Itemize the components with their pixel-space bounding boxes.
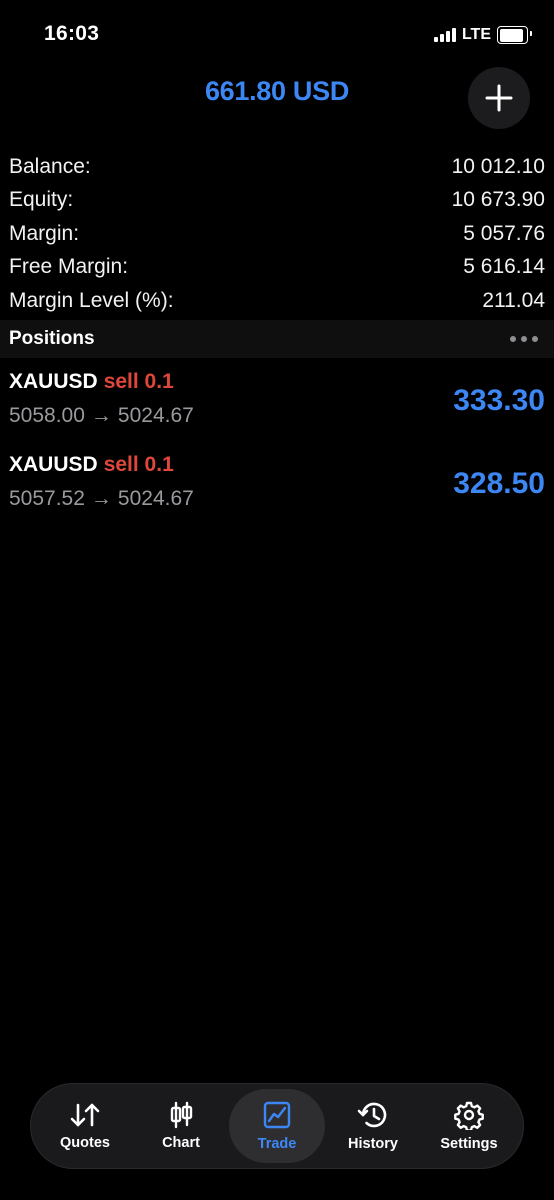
position-current-price: 5024.67 — [117, 487, 194, 510]
position-symbol: XAUUSD — [9, 453, 98, 476]
position-symbol: XAUUSD — [9, 370, 98, 393]
tab-label: Settings — [440, 1136, 498, 1152]
trade-chart-icon — [263, 1101, 291, 1129]
history-clock-icon — [357, 1102, 387, 1128]
network-label: LTE — [461, 26, 491, 43]
position-profit: 333.30 — [453, 384, 545, 417]
summary-row-balance: Balance: 10 012.10 — [9, 150, 545, 184]
summary-row-equity: Equity: 10 673.90 — [9, 184, 545, 218]
status-time: 16:03 — [44, 22, 100, 45]
summary-label: Free Margin: — [9, 255, 129, 279]
summary-value: 5 057.76 — [463, 221, 545, 245]
position-profit: 328.50 — [453, 467, 545, 500]
positions-section-header: Positions — [0, 320, 554, 358]
position-row[interactable]: XAUUSD sell 0.1 5057.52 → 5024.67 328.50 — [9, 453, 545, 533]
account-summary: Balance: 10 012.10 Equity: 10 673.90 Mar… — [9, 150, 545, 318]
position-current-price: 5024.67 — [117, 404, 194, 427]
summary-label: Margin: — [9, 221, 80, 245]
status-indicators: LTE — [433, 24, 532, 46]
tab-label: History — [348, 1136, 398, 1152]
summary-value: 10 012.10 — [451, 154, 545, 178]
tab-label: Trade — [257, 1136, 297, 1152]
summary-value: 211.04 — [482, 288, 545, 312]
tab-chart[interactable]: Chart — [133, 1089, 229, 1163]
tab-trade[interactable]: Trade — [229, 1089, 325, 1163]
candlestick-icon — [170, 1101, 193, 1129]
position-open-price: 5057.52 — [9, 487, 85, 510]
position-open-price: 5058.00 — [9, 404, 85, 427]
battery-icon — [497, 26, 532, 44]
summary-row-margin: Margin: 5 057.76 — [9, 217, 545, 251]
summary-value: 10 673.90 — [451, 188, 545, 212]
signal-icon — [433, 28, 456, 42]
arrow-right-icon: → — [90, 487, 112, 510]
summary-row-free-margin: Free Margin: 5 616.14 — [9, 251, 545, 285]
position-type: sell 0.1 — [103, 453, 174, 476]
arrow-right-icon: → — [90, 404, 112, 427]
add-order-button[interactable] — [468, 67, 530, 129]
more-options-icon[interactable] — [510, 336, 538, 342]
bottom-tab-bar: Quotes Chart Trade History Settings — [30, 1083, 524, 1169]
summary-row-margin-level: Margin Level (%): 211.04 — [9, 284, 545, 318]
positions-title: Positions — [9, 328, 95, 349]
summary-label: Balance: — [9, 154, 91, 178]
tab-quotes[interactable]: Quotes — [37, 1089, 133, 1163]
summary-label: Margin Level (%): — [9, 288, 174, 312]
gear-icon — [454, 1101, 484, 1130]
summary-value: 5 616.14 — [463, 255, 545, 279]
position-type: sell 0.1 — [103, 370, 174, 393]
position-row[interactable]: XAUUSD sell 0.1 5058.00 → 5024.67 333.30 — [9, 370, 545, 450]
summary-label: Equity: — [9, 188, 74, 212]
tab-history[interactable]: History — [325, 1089, 421, 1163]
tab-label: Quotes — [60, 1135, 110, 1151]
status-bar: 16:03 LTE — [0, 0, 554, 70]
battery-level — [499, 28, 523, 42]
tab-settings[interactable]: Settings — [421, 1089, 517, 1163]
tab-label: Chart — [162, 1135, 200, 1151]
quotes-arrows-icon — [70, 1103, 100, 1127]
plus-icon — [485, 84, 513, 112]
